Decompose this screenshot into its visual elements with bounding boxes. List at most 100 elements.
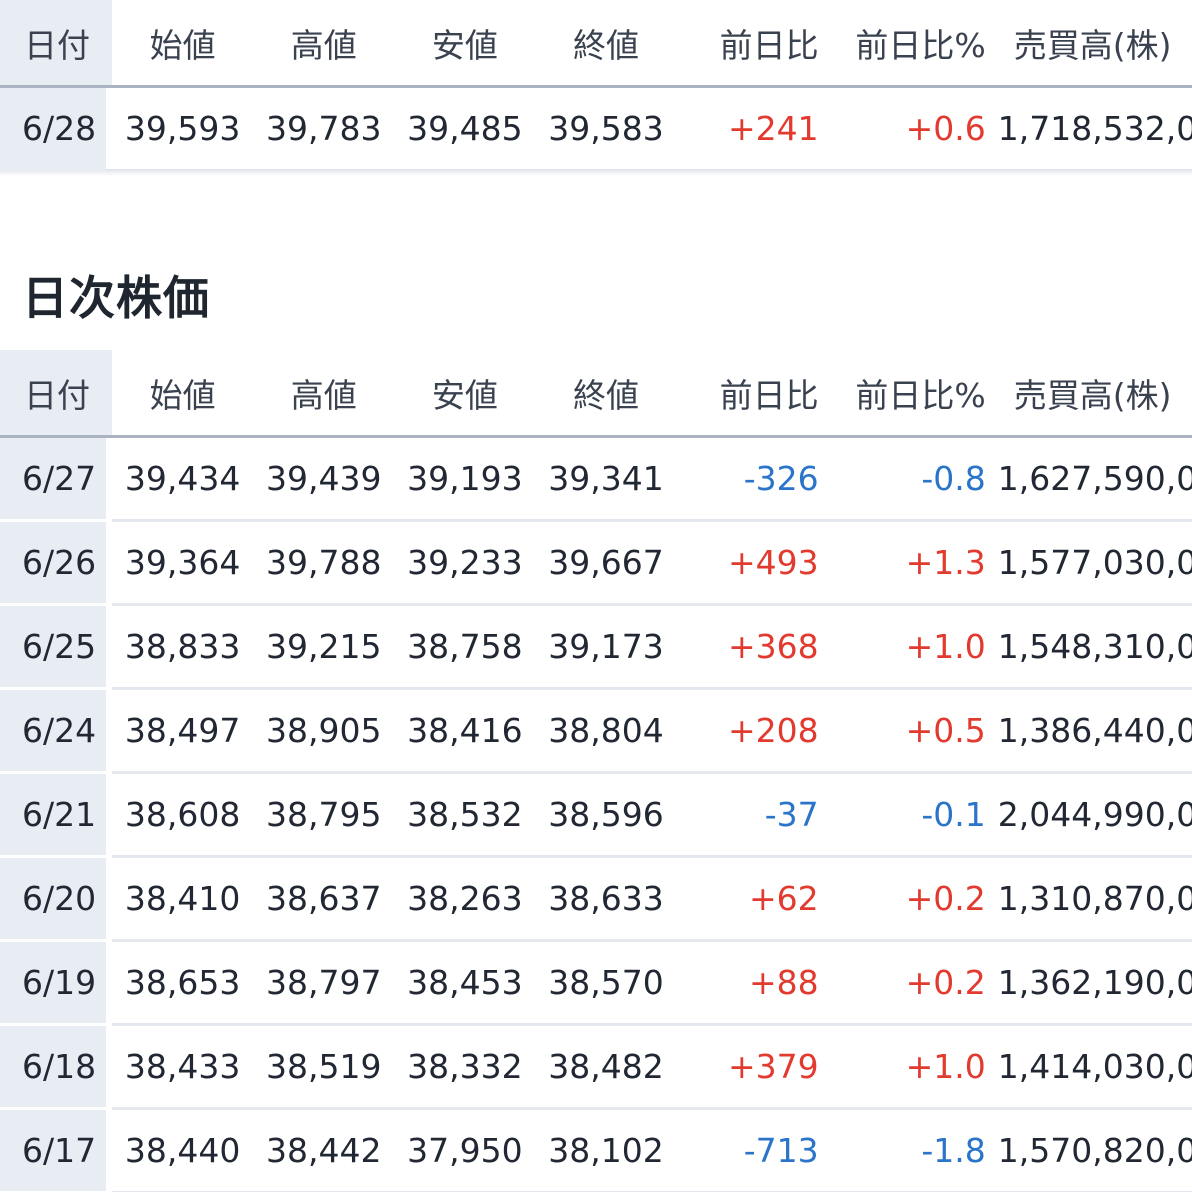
row-change: +368	[676, 606, 819, 690]
row-date: 6/27	[0, 438, 107, 522]
row-change-pct: +1.0	[818, 606, 986, 690]
row-volume: 1,627,590,000	[985, 438, 1192, 522]
row-date: 6/19	[0, 942, 107, 1026]
row-high: 38,442	[253, 1110, 395, 1192]
row-change: -326	[676, 438, 819, 522]
row-low: 39,485	[394, 88, 536, 172]
row-date: 6/26	[0, 522, 107, 606]
row-open: 38,410	[112, 858, 254, 942]
row-high: 38,797	[253, 942, 395, 1026]
row-date: 6/24	[0, 690, 107, 774]
column-header-volume: 売買高(株)	[985, 0, 1192, 88]
row-open: 38,653	[112, 942, 254, 1026]
row-change-pct: +1.0	[818, 1026, 986, 1110]
row-close: 39,583	[535, 88, 677, 172]
row-date: 6/18	[0, 1026, 107, 1110]
row-change-pct: +0.5	[818, 690, 986, 774]
table-row: 6/17 38,440 38,442 37,950 38,102 -713 -1.8 1,57…	[0, 1110, 1192, 1192]
table-row: 6/28 39,593 39,783 39,485 39,583 +241 +0…	[0, 88, 1192, 172]
row-volume: 1,386,440,000	[985, 690, 1192, 774]
daily-rows: 6/27 39,434 39,439 39,193 39,341 -326 -0.8 1,62…	[0, 438, 1192, 1192]
row-change: +241	[676, 88, 819, 172]
row-change-pct: +0.6	[818, 88, 986, 172]
row-date: 6/20	[0, 858, 107, 942]
row-volume: 1,548,310,000	[985, 606, 1192, 690]
column-header-date: 日付	[0, 0, 107, 88]
row-change-pct: +0.2	[818, 858, 986, 942]
table-row: 6/21 38,608 38,795 38,532 38,596 -37 -0.1 2,044…	[0, 774, 1192, 858]
table-row: 6/25 38,833 39,215 38,758 39,173 +368 +1.0 1,54…	[0, 606, 1192, 690]
table-row: 6/24 38,497 38,905 38,416 38,804 +208 +0.5 1,38…	[0, 690, 1192, 774]
row-change: -37	[676, 774, 819, 858]
row-high: 38,519	[253, 1026, 395, 1110]
row-volume: 1,577,030,000	[985, 522, 1192, 606]
row-low: 38,416	[394, 690, 536, 774]
row-volume: 1,718,532,000	[985, 88, 1192, 172]
row-high: 38,795	[253, 774, 395, 858]
row-close: 38,102	[535, 1110, 677, 1192]
row-volume: 1,570,820,000	[985, 1110, 1192, 1192]
row-change: +493	[676, 522, 819, 606]
row-volume: 1,310,870,000	[985, 858, 1192, 942]
table-header-row: 日付 始値 高値 安値 終値 前日比 前日比% 売買高(株)	[0, 350, 1192, 438]
row-low: 39,193	[394, 438, 536, 522]
row-close: 38,633	[535, 858, 677, 942]
column-header-close: 終値	[535, 0, 677, 88]
row-open: 39,364	[112, 522, 254, 606]
row-open: 38,497	[112, 690, 254, 774]
column-header-high: 高値	[253, 0, 395, 88]
column-header-change-pct: 前日比%	[818, 350, 986, 438]
column-header-change: 前日比	[676, 350, 819, 438]
column-header-low: 安値	[394, 0, 536, 88]
row-high: 39,783	[253, 88, 395, 172]
row-change: +62	[676, 858, 819, 942]
row-open: 39,434	[112, 438, 254, 522]
column-header-change: 前日比	[676, 0, 819, 88]
row-high: 38,905	[253, 690, 395, 774]
column-header-date: 日付	[0, 350, 107, 438]
row-high: 39,215	[253, 606, 395, 690]
row-change: +379	[676, 1026, 819, 1110]
row-change: +88	[676, 942, 819, 1026]
column-header-open: 始値	[112, 0, 254, 88]
row-close: 38,482	[535, 1026, 677, 1110]
column-header-volume: 売買高(株)	[985, 350, 1192, 438]
column-header-high: 高値	[253, 350, 395, 438]
table-row: 6/20 38,410 38,637 38,263 38,633 +62 +0.2 1,310…	[0, 858, 1192, 942]
row-change: +208	[676, 690, 819, 774]
row-low: 38,758	[394, 606, 536, 690]
row-open: 39,593	[112, 88, 254, 172]
row-close: 38,570	[535, 942, 677, 1026]
row-high: 38,637	[253, 858, 395, 942]
row-date: 6/28	[0, 88, 107, 172]
row-volume: 1,362,190,000	[985, 942, 1192, 1026]
row-high: 39,788	[253, 522, 395, 606]
section-title-daily-prices: 日次株価	[22, 271, 210, 325]
row-close: 38,804	[535, 690, 677, 774]
row-low: 37,950	[394, 1110, 536, 1192]
table-row: 6/18 38,433 38,519 38,332 38,482 +379 +1.0 1,41…	[0, 1026, 1192, 1110]
row-date: 6/25	[0, 606, 107, 690]
row-open: 38,440	[112, 1110, 254, 1192]
row-close: 39,173	[535, 606, 677, 690]
row-change-pct: +1.3	[818, 522, 986, 606]
row-change-pct: -1.8	[818, 1110, 986, 1192]
table-row: 6/27 39,434 39,439 39,193 39,341 -326 -0.8 1,62…	[0, 438, 1192, 522]
row-close: 39,341	[535, 438, 677, 522]
column-header-change-pct: 前日比%	[818, 0, 986, 88]
row-date: 6/17	[0, 1110, 107, 1192]
row-open: 38,608	[112, 774, 254, 858]
table-row: 6/26 39,364 39,788 39,233 39,667 +493 +1.3 1,57…	[0, 522, 1192, 606]
row-volume: 1,414,030,000	[985, 1026, 1192, 1110]
row-close: 38,596	[535, 774, 677, 858]
row-change-pct: -0.8	[818, 438, 986, 522]
row-low: 38,453	[394, 942, 536, 1026]
row-open: 38,433	[112, 1026, 254, 1110]
row-change-pct: +0.2	[818, 942, 986, 1026]
row-volume: 2,044,990,000	[985, 774, 1192, 858]
column-header-low: 安値	[394, 350, 536, 438]
row-change-pct: -0.1	[818, 774, 986, 858]
row-low: 38,263	[394, 858, 536, 942]
row-close: 39,667	[535, 522, 677, 606]
row-open: 38,833	[112, 606, 254, 690]
